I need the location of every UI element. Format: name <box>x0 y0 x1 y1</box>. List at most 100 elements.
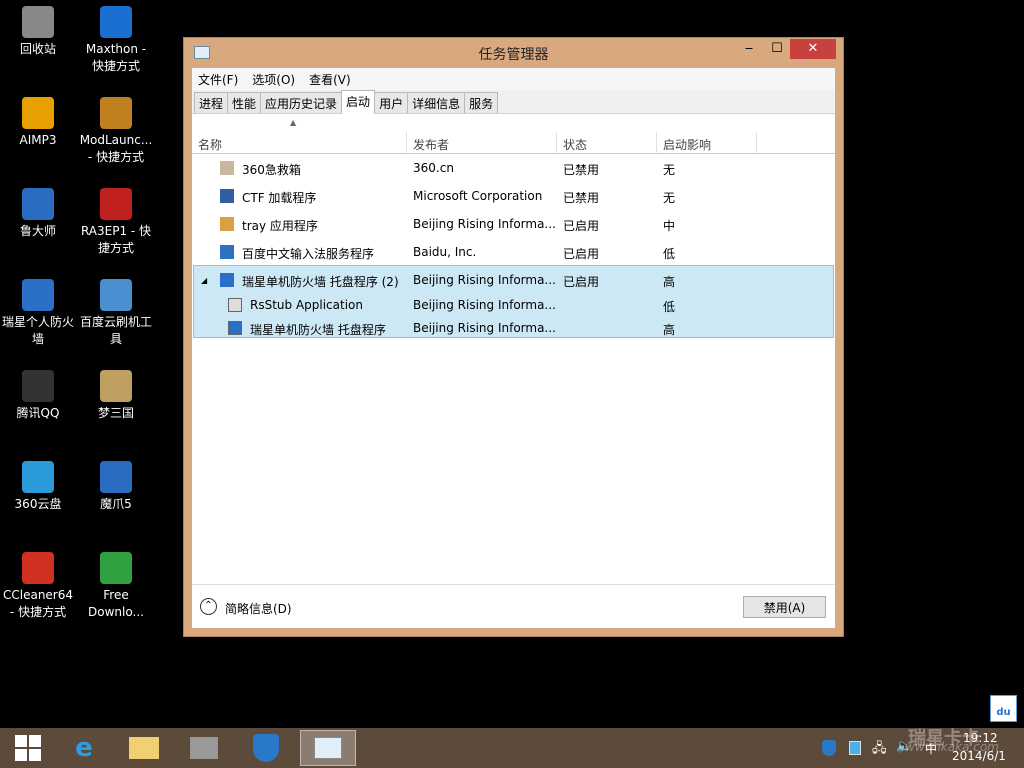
row-publisher: Beijing Rising Informa... <box>413 217 556 231</box>
column-impact[interactable]: 启动影响 <box>657 132 757 154</box>
app-icon <box>228 321 242 335</box>
column-status[interactable]: 状态 <box>557 132 657 154</box>
row-publisher: Beijing Rising Informa... <box>413 298 556 312</box>
tab-users[interactable]: 用户 <box>374 92 409 113</box>
tab-details[interactable]: 详细信息 <box>407 92 466 113</box>
desktop-icon-label: 魔爪5 <box>100 497 132 511</box>
360-cloud-icon <box>22 461 54 493</box>
column-publisher[interactable]: 发布者 <box>407 132 557 154</box>
rising-shield-icon[interactable] <box>238 730 294 766</box>
menu-view[interactable]: 查看(V) <box>309 71 351 88</box>
tab-bar: 进程 性能 应用历史记录 启动 用户 详细信息 服务 <box>192 90 835 114</box>
desktop-icon[interactable]: ModLaunc... - 快捷方式 <box>78 97 154 166</box>
row-name: RsStub Application <box>250 298 363 312</box>
desktop-icon-label: Free Downlo... <box>88 588 144 619</box>
task-manager-window: 任务管理器 ‒ ☐ ✕ 文件(F) 选项(O) 查看(V) 进程 性能 应用历史… <box>183 37 844 637</box>
collapse-arrow-icon[interactable]: ◢ <box>201 276 207 285</box>
row-publisher: Beijing Rising Informa... <box>413 273 556 287</box>
game-icon <box>100 370 132 402</box>
start-button[interactable] <box>0 730 56 766</box>
desktop-icon[interactable]: 鲁大师 <box>0 188 76 240</box>
table-row[interactable]: CTF 加载程序 Microsoft Corporation 已禁用 无 <box>192 182 835 210</box>
row-publisher: 360.cn <box>413 161 454 175</box>
desktop-icon[interactable]: Free Downlo... <box>78 552 154 621</box>
rising-tray-icon[interactable] <box>822 740 836 756</box>
maxthon-icon <box>100 6 132 38</box>
row-impact: 低 <box>663 300 676 314</box>
desktop-icon-label: 百度云刷机工具 <box>79 315 152 346</box>
close-button[interactable]: ✕ <box>790 39 836 59</box>
table-subrow[interactable]: 瑞星单机防火墙 托盘程序 Beijing Rising Informa... 高 <box>192 317 835 340</box>
column-name[interactable]: 名称 <box>192 132 407 154</box>
app-icon <box>228 298 242 312</box>
startup-list: 360急救箱 360.cn 已禁用 无 CTF 加载程序 Microsoft C… <box>192 154 835 340</box>
clock-time[interactable]: 19:12 <box>963 731 998 745</box>
tab-processes[interactable]: 进程 <box>194 92 229 113</box>
baidu-paw-icon[interactable]: du <box>990 695 1017 722</box>
minimize-button[interactable]: ‒ <box>736 39 762 59</box>
maximize-button[interactable]: ☐ <box>764 39 790 59</box>
desktop-icon-label: AIMP3 <box>19 133 57 147</box>
tab-startup[interactable]: 启动 <box>341 90 376 114</box>
collapse-icon[interactable]: ⌃ <box>200 598 217 615</box>
desktop-icon-label: 鲁大师 <box>19 224 56 238</box>
row-impact: 高 <box>663 323 676 337</box>
menu-file[interactable]: 文件(F) <box>198 71 238 88</box>
app-icon <box>220 245 234 259</box>
desktop-icon[interactable]: 回收站 <box>0 6 76 58</box>
tab-app-history[interactable]: 应用历史记录 <box>260 92 343 113</box>
cloud-icon <box>100 461 132 493</box>
windows-logo-icon <box>15 735 41 761</box>
desktop-icon[interactable]: 瑞星个人防火墙 <box>0 279 76 348</box>
desktop-icon[interactable]: AIMP3 <box>0 97 76 149</box>
desktop-icon[interactable]: 360云盘 <box>0 461 76 513</box>
network-icon[interactable]: 🖧 <box>872 739 887 761</box>
sort-ascending-icon: ▲ <box>290 118 297 127</box>
desktop-icon-label: 360云盘 <box>14 497 62 511</box>
desktop-icon[interactable]: CCleaner64 - 快捷方式 <box>0 552 76 621</box>
desktop-icon-label: CCleaner64 - 快捷方式 <box>2 588 74 619</box>
aimp-icon <box>22 97 54 129</box>
ludashi-icon <box>22 188 54 220</box>
row-name: CTF 加载程序 <box>242 191 317 205</box>
table-row[interactable]: ◢ 瑞星单机防火墙 托盘程序 (2) Beijing Rising Inform… <box>192 266 835 294</box>
desktop-icon[interactable]: Maxthon - 快捷方式 <box>78 6 154 75</box>
row-name: 百度中文输入法服务程序 <box>242 247 375 261</box>
desktop-icon[interactable]: 腾讯QQ <box>0 370 76 422</box>
desktop-icon[interactable]: 魔爪5 <box>78 461 154 513</box>
rising-firewall-icon <box>22 279 54 311</box>
desktop-icon-label: ModLaunc... - 快捷方式 <box>79 133 153 164</box>
disable-button[interactable]: 禁用(A) <box>743 596 826 618</box>
desktop-icon[interactable]: 梦三国 <box>78 370 154 422</box>
task-manager-taskbar-button[interactable] <box>300 730 356 766</box>
table-row[interactable]: 百度中文输入法服务程序 Baidu, Inc. 已启用 低 <box>192 238 835 266</box>
row-impact: 高 <box>663 275 676 289</box>
file-explorer-icon[interactable] <box>116 730 172 766</box>
row-status: 已启用 <box>563 275 600 289</box>
menu-options[interactable]: 选项(O) <box>252 71 295 88</box>
internet-explorer-icon[interactable]: e <box>56 730 112 766</box>
clock-date[interactable]: 2014/6/1 <box>952 749 1006 763</box>
tab-services[interactable]: 服务 <box>464 92 499 113</box>
firewall-wall-icon[interactable] <box>176 730 232 766</box>
app-icon <box>220 273 234 287</box>
app-icon <box>220 217 234 231</box>
tab-performance[interactable]: 性能 <box>227 92 262 113</box>
title-bar[interactable]: 任务管理器 ‒ ☐ ✕ <box>184 38 843 68</box>
desktop-icon[interactable]: RA3EP1 - 快捷方式 <box>78 188 154 257</box>
desktop-icon-label: 梦三国 <box>97 406 134 420</box>
fewer-details-link[interactable]: 简略信息(D) <box>225 600 292 617</box>
table-row[interactable]: 360急救箱 360.cn 已禁用 无 <box>192 154 835 182</box>
footer: ⌃ 简略信息(D) 禁用(A) <box>192 584 835 628</box>
row-publisher: Baidu, Inc. <box>413 245 477 259</box>
row-impact: 中 <box>663 219 676 233</box>
modlauncher-icon <box>100 97 132 129</box>
baidu-flash-icon <box>100 279 132 311</box>
row-publisher: Beijing Rising Informa... <box>413 321 556 335</box>
table-row[interactable]: tray 应用程序 Beijing Rising Informa... 已启用 … <box>192 210 835 238</box>
recycle-bin-icon <box>22 6 54 38</box>
row-publisher: Microsoft Corporation <box>413 189 543 203</box>
table-subrow[interactable]: RsStub Application Beijing Rising Inform… <box>192 294 835 317</box>
desktop-icon[interactable]: 百度云刷机工具 <box>78 279 154 348</box>
battery-icon[interactable] <box>849 741 861 755</box>
